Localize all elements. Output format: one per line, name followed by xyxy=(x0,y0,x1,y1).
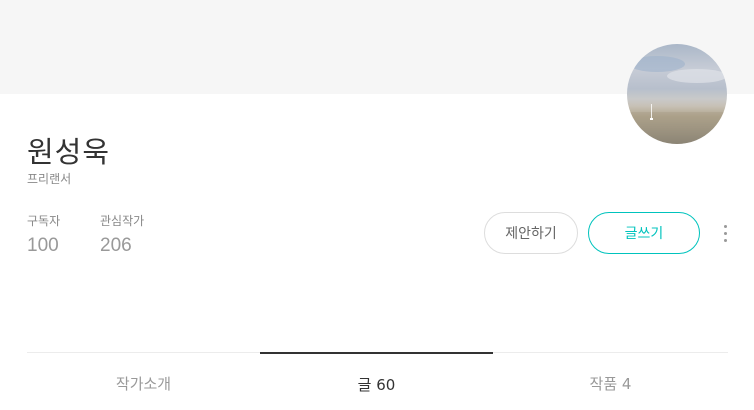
more-dot xyxy=(724,239,727,242)
write-button[interactable]: 글쓰기 xyxy=(588,212,700,254)
watching-count: 206 xyxy=(100,235,132,256)
watching-label: 관심작가 xyxy=(100,214,145,228)
tab-articles[interactable]: 글 60 xyxy=(260,352,493,410)
watching-stat[interactable]: 관심작가 206 xyxy=(100,212,144,257)
profile-name: 원성욱 xyxy=(27,135,111,169)
avatar-photo xyxy=(627,56,727,144)
more-vertical-icon[interactable] xyxy=(716,220,734,248)
profile-avatar[interactable] xyxy=(627,44,727,144)
suggest-button[interactable]: 제안하기 xyxy=(484,212,578,254)
subscribers-label: 구독자 xyxy=(27,214,61,228)
more-dot xyxy=(724,225,727,228)
subscribers-count: 100 xyxy=(27,235,59,256)
more-dot xyxy=(724,232,727,235)
tab-about[interactable]: 작가소개 xyxy=(27,353,260,410)
profile-job: 프리랜서 xyxy=(27,172,72,186)
subscribers-stat[interactable]: 구독자 100 xyxy=(27,212,60,257)
tab-works[interactable]: 작품 4 xyxy=(493,353,728,410)
profile-tabs: 작가소개 글 60 작품 4 xyxy=(27,352,728,410)
